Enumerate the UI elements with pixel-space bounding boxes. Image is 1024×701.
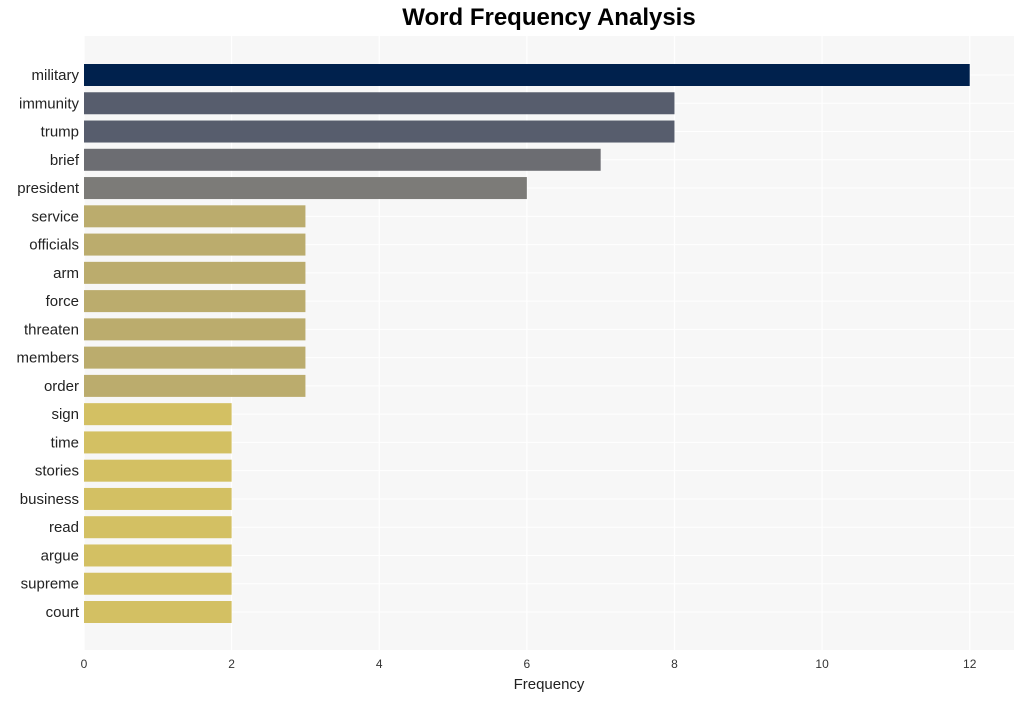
- category-label: members: [16, 350, 79, 367]
- bar-time: [84, 431, 232, 454]
- bar-stories: [84, 459, 232, 482]
- category-label: immunity: [19, 95, 80, 112]
- category-label: order: [44, 378, 79, 395]
- category-label: read: [49, 519, 79, 536]
- x-tick-label: 2: [228, 657, 235, 671]
- category-label: business: [20, 491, 79, 508]
- category-label: stories: [35, 463, 79, 480]
- category-label: brief: [50, 152, 80, 169]
- bar-argue: [84, 544, 232, 567]
- x-axis-title: Frequency: [514, 676, 585, 693]
- category-label: president: [17, 180, 80, 197]
- category-label: threaten: [24, 321, 79, 338]
- bar-supreme: [84, 572, 232, 595]
- category-label: time: [51, 434, 79, 451]
- category-labels: military immunity trump brief president servi…: [16, 67, 79, 621]
- category-label: military: [32, 67, 80, 84]
- x-tick-label: 4: [376, 657, 383, 671]
- category-label: sign: [51, 406, 79, 423]
- bar-service: [84, 205, 306, 228]
- category-label: force: [46, 293, 79, 310]
- bar-military: [84, 64, 970, 86]
- bar-read: [84, 516, 232, 539]
- category-label: arm: [53, 265, 79, 282]
- bar-order: [84, 374, 306, 397]
- x-tick-label: 8: [671, 657, 678, 671]
- category-label: supreme: [21, 576, 79, 593]
- x-axis-ticks: 0 2 4 6 8 10 12: [81, 657, 977, 671]
- category-label: officials: [29, 237, 79, 254]
- category-label: service: [31, 208, 79, 225]
- bar-sign: [84, 403, 232, 426]
- category-label: court: [46, 604, 80, 621]
- bar-trump: [84, 120, 675, 143]
- x-tick-label: 0: [81, 657, 88, 671]
- category-label: trump: [41, 124, 79, 141]
- bar-president: [84, 177, 527, 200]
- x-tick-label: 12: [963, 657, 977, 671]
- bar-business: [84, 487, 232, 510]
- bar-chart: military immunity trump brief president servi…: [16, 36, 1014, 693]
- bar-court: [84, 601, 232, 623]
- bar-threaten: [84, 318, 306, 341]
- x-tick-label: 6: [524, 657, 531, 671]
- bar-arm: [84, 261, 306, 284]
- bar-immunity: [84, 92, 675, 115]
- x-tick-label: 10: [815, 657, 829, 671]
- category-label: argue: [41, 547, 79, 564]
- bar-force: [84, 290, 306, 313]
- bar-members: [84, 346, 306, 369]
- bar-brief: [84, 148, 601, 171]
- bar-officials: [84, 233, 306, 256]
